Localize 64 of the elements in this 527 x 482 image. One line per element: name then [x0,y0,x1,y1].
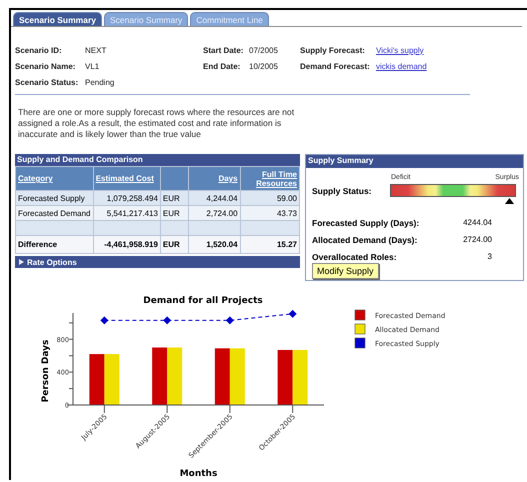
axis-title: Person Days [41,340,51,402]
stat-label: Allocated Demand (Days): [312,234,418,244]
stat-value: 3 [486,252,492,261]
legend-swatch [354,310,366,320]
section-header[interactable]: Rate Options [15,256,300,268]
bar [104,354,120,405]
field-value: Pending [85,78,114,86]
axis-title: Months [180,469,218,479]
bar [230,348,245,405]
stat-value: 4244.04 [462,218,492,227]
stat-label: Forecasted Supply (Days): [312,218,420,228]
data-point [163,316,172,324]
field-value: NEXT [85,46,106,54]
chart-title: Demand for all Projects [143,296,263,306]
modify-supply-button[interactable]: Modify Supply [312,263,379,279]
table-cell: 43.73 [240,206,300,220]
table-cell: 15.27 [240,236,300,254]
tab[interactable]: Scenario Summary [13,12,102,26]
stat-label: Overallocated Roles: [312,252,398,262]
panel-title: Supply and Demand Comparison [15,154,300,166]
field-label: Demand Forecast: [300,62,370,70]
field-value: 10/2005 [249,62,278,70]
field-label: Scenario Status: [15,78,78,86]
table-cell: -4,461,958.919 [93,236,160,254]
data-point [288,310,297,318]
bar [89,354,104,405]
table-cell: 5,541,217.413 [93,206,160,220]
data-point [100,316,108,324]
link[interactable]: Vicki's supply [376,46,424,54]
field-value: 07/2005 [249,46,278,54]
field-label: End Date: [203,62,240,70]
bar [278,350,293,405]
table-cell: 2,724.00 [188,206,240,220]
legend-swatch [354,338,366,348]
bar [152,348,168,405]
field-label: Scenario Name: [15,62,76,70]
table-cell: 1,520.04 [188,236,240,254]
table-cell: EUR [160,236,188,254]
table-cell: 4,244.04 [188,190,240,206]
bar [292,350,308,405]
table-cell: Forecasted Supply [16,190,94,206]
stat-value: 2724.00 [462,235,492,244]
field-value: VL1 [85,62,100,70]
panel-title: Supply Summary [306,155,523,168]
tab[interactable]: Commitment Line [190,12,269,26]
field-label: Scenario ID: [15,46,62,54]
tab[interactable]: Scenario Summary [104,12,188,26]
link[interactable]: vickis demand [376,62,427,70]
bar [214,348,230,405]
column-header[interactable]: Category [18,174,53,183]
warning-message: There are one or more supply forecast rows where the resources are not assigned a role.As a result, the estimated cost and rate information is inaccurate and is likely lower than the true value [18,107,296,140]
table-cell: Difference [16,236,94,254]
column-header[interactable]: Days [218,174,238,183]
table-cell: 59.00 [240,190,300,206]
table-cell: Forecasted Demand [16,206,94,220]
table-cell: 1,079,258.494 [93,190,160,206]
field-label: Start Date: [203,46,244,54]
table-cell: EUR [160,206,188,220]
legend-swatch [354,324,366,334]
field-label: Supply Forecast: [300,46,365,54]
status-label: Supply Status: [312,186,372,196]
bar [167,348,182,405]
table-cell: EUR [160,190,188,206]
data-point [226,316,234,324]
